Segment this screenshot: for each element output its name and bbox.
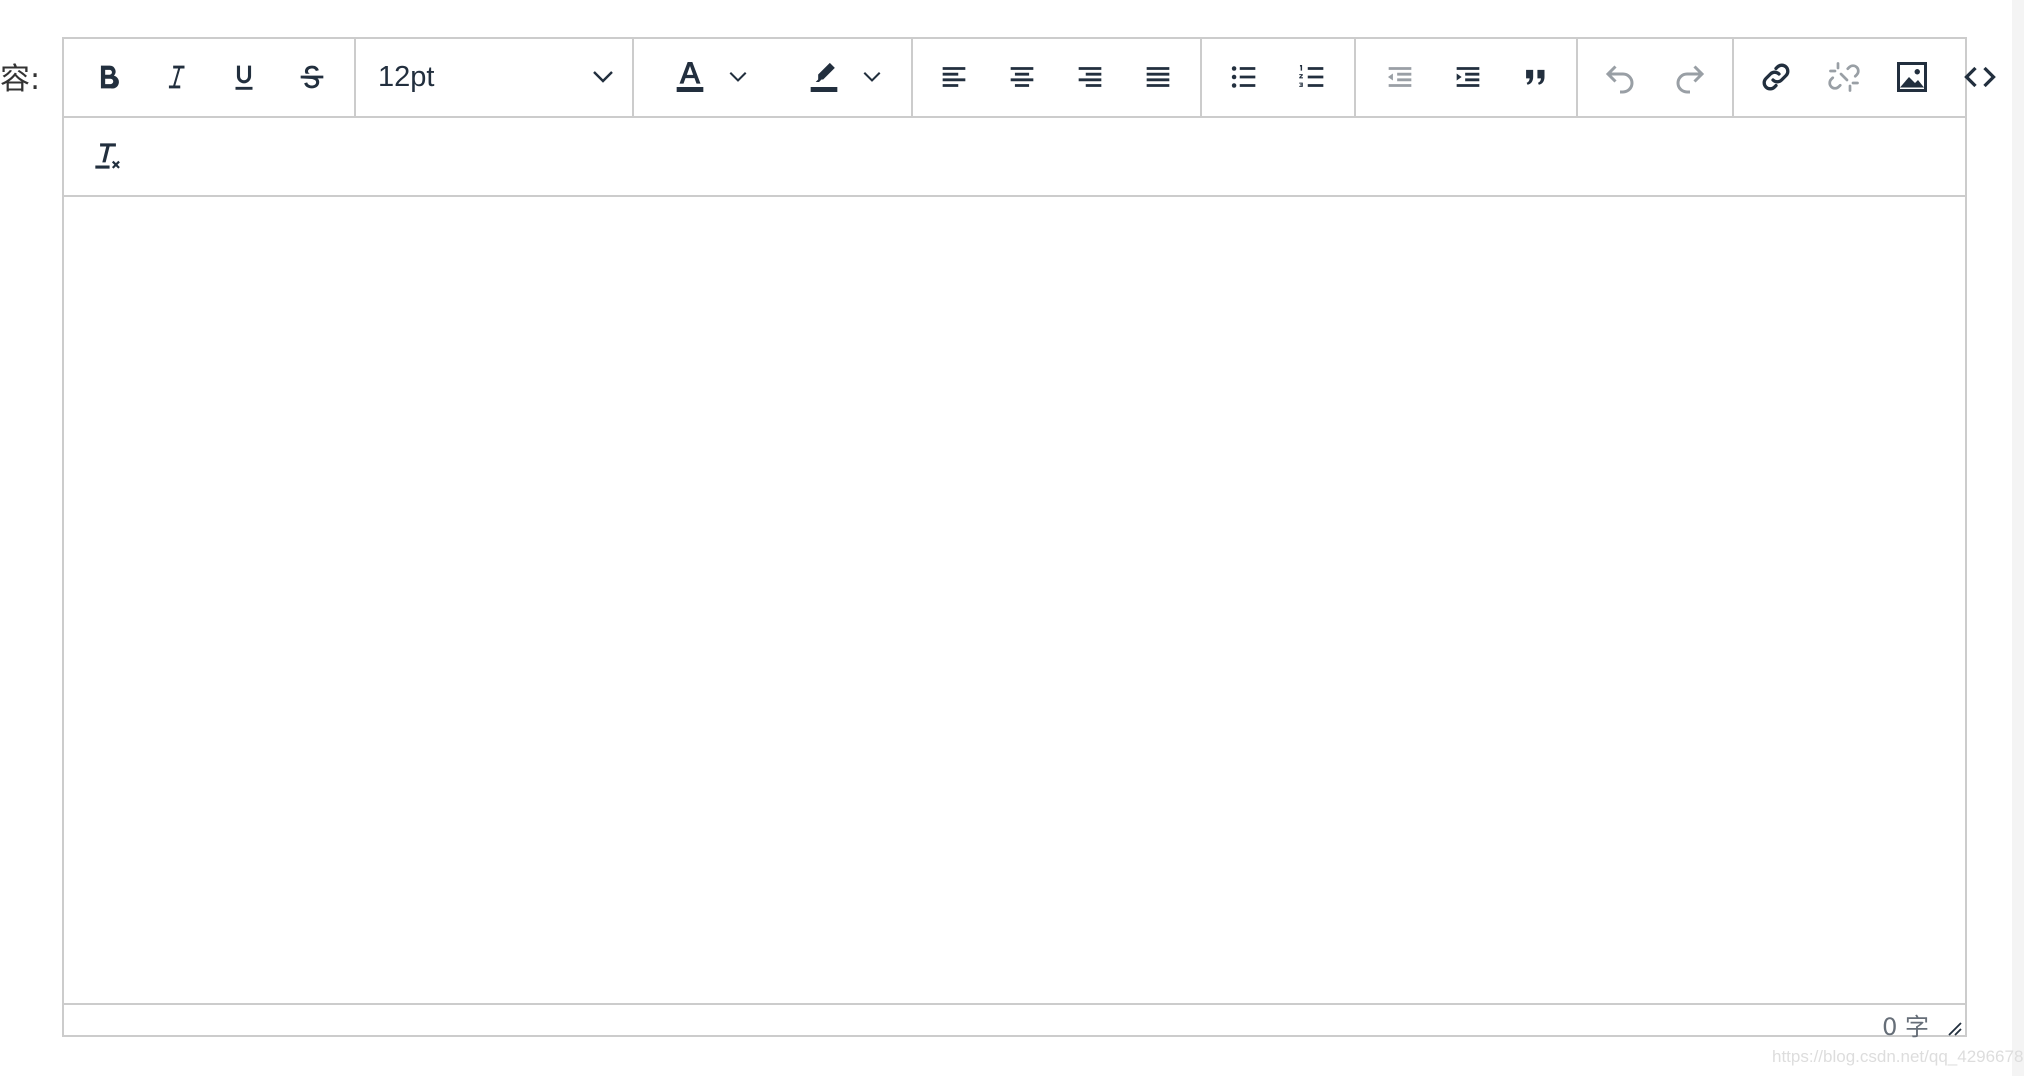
- link-icon: [1762, 63, 1790, 91]
- chevron-down-icon: [863, 71, 881, 82]
- indent-icon: [1456, 67, 1480, 87]
- resize-handle-icon[interactable]: [1945, 1019, 1963, 1037]
- editor-statusbar: 0 字: [64, 1003, 1965, 1041]
- toolbar-separator: [1200, 39, 1202, 116]
- bold-button[interactable]: [82, 51, 134, 103]
- page-edge-strip: [2012, 0, 2024, 1076]
- blockquote-icon: [1526, 69, 1545, 85]
- clear-formatting-icon: [95, 143, 120, 169]
- numbered-list-icon: [1299, 64, 1324, 87]
- bold-icon: [100, 65, 119, 89]
- underline-button[interactable]: [218, 51, 270, 103]
- align-right-button[interactable]: [1064, 51, 1116, 103]
- underline-icon: [235, 65, 253, 90]
- redo-icon: [1676, 65, 1705, 94]
- text-color-icon: [676, 62, 704, 92]
- bullet-list-icon: [1231, 66, 1256, 88]
- outdent-button[interactable]: [1374, 51, 1426, 103]
- italic-button[interactable]: [150, 51, 202, 103]
- blockquote-button[interactable]: [1510, 51, 1562, 103]
- toolbar-separator: [1732, 39, 1734, 116]
- toolbar-separator: [1576, 39, 1578, 116]
- toolbar-separator: [632, 39, 634, 116]
- content-field-label: 容:: [0, 62, 41, 97]
- watermark: https://blog.csdn.net/qq_42966789: [1772, 1047, 2024, 1066]
- unlink-button[interactable]: [1818, 51, 1870, 103]
- font-size-value: 12pt: [378, 60, 435, 93]
- chevron-down-icon: [729, 71, 747, 82]
- undo-button[interactable]: [1594, 51, 1646, 103]
- strikethrough-button[interactable]: [286, 51, 338, 103]
- insert-image-button[interactable]: [1886, 51, 1938, 103]
- image-icon: [1897, 62, 1927, 92]
- source-code-button[interactable]: [1954, 51, 2006, 103]
- numbered-list-button[interactable]: [1286, 51, 1338, 103]
- italic-icon: [168, 65, 185, 89]
- align-center-button[interactable]: [996, 51, 1048, 103]
- toolbar-row-primary: 12pt: [64, 39, 1996, 118]
- word-count: 0 字: [1882, 1013, 1929, 1041]
- insert-link-button[interactable]: [1750, 51, 1802, 103]
- highlight-color-icon: [810, 62, 838, 92]
- outdent-icon: [1387, 67, 1412, 87]
- toolbar-separator: [354, 39, 356, 116]
- rich-text-editor: 12pt 0 字: [62, 37, 1996, 1041]
- text-color-button[interactable]: [650, 51, 768, 103]
- strikethrough-icon: [300, 65, 324, 89]
- source-code-icon: [1964, 66, 1996, 88]
- chevron-down-icon: [593, 71, 613, 83]
- align-justify-icon: [1146, 67, 1170, 87]
- indent-button[interactable]: [1442, 51, 1494, 103]
- align-justify-button[interactable]: [1132, 51, 1184, 103]
- unlink-icon: [1828, 62, 1860, 92]
- highlight-color-button[interactable]: [784, 51, 902, 103]
- align-left-button[interactable]: [928, 51, 980, 103]
- align-center-icon: [1010, 67, 1034, 87]
- align-left-icon: [942, 67, 966, 87]
- editor-content-area[interactable]: [64, 197, 1965, 1003]
- toolbar-row-secondary: [64, 118, 1965, 197]
- redo-button[interactable]: [1664, 51, 1716, 103]
- undo-icon: [1605, 65, 1634, 94]
- font-size-select[interactable]: 12pt: [360, 49, 630, 105]
- toolbar-separator: [911, 39, 913, 116]
- bullet-list-button[interactable]: [1218, 51, 1270, 103]
- align-right-icon: [1078, 67, 1102, 87]
- clear-formatting-button[interactable]: [82, 130, 134, 182]
- toolbar-separator: [1354, 39, 1356, 116]
